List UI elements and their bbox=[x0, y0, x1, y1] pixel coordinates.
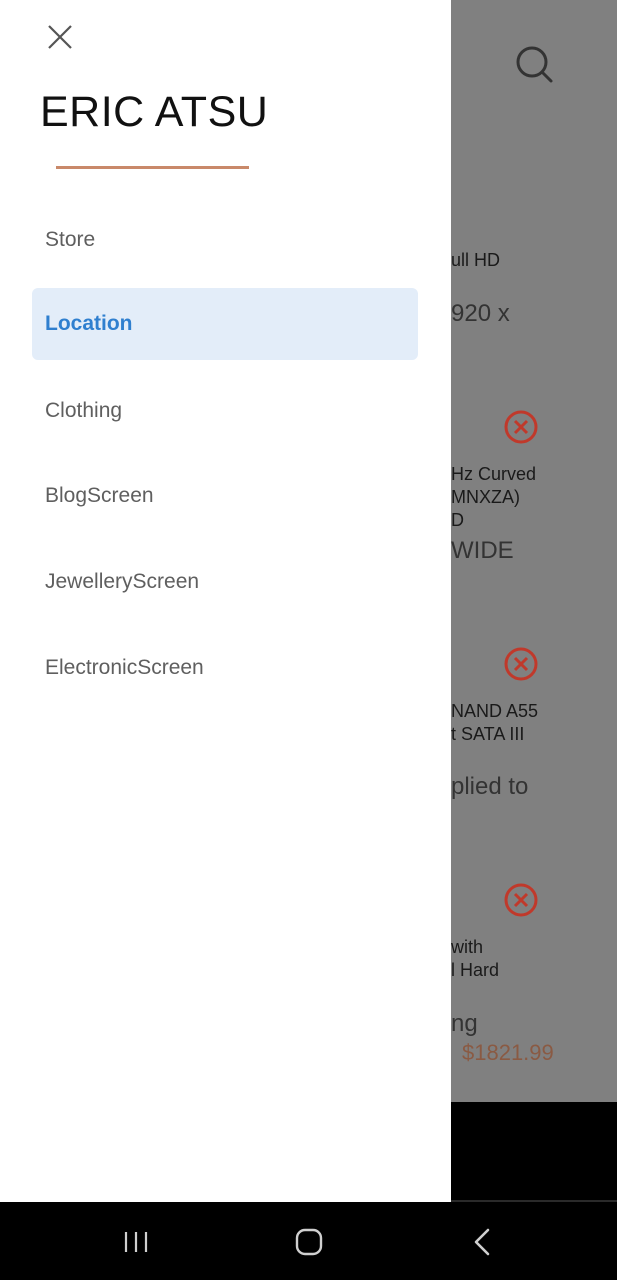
system-navigation-bar bbox=[0, 1202, 617, 1280]
product-title-fragment: with l Hard bbox=[451, 937, 500, 980]
remove-item-icon bbox=[504, 883, 538, 917]
name-underline bbox=[56, 166, 249, 169]
product-title-fragment: ull HD bbox=[451, 250, 501, 270]
cart-total-price: $1821.99 bbox=[462, 1040, 554, 1065]
navigation-drawer: ERIC ATSU Store Location Clothing BlogSc… bbox=[0, 0, 451, 1202]
menu-item-label: JewelleryScreen bbox=[45, 570, 200, 593]
product-spec-fragment: ng bbox=[451, 1010, 478, 1037]
menu-item-label: BlogScreen bbox=[45, 484, 154, 507]
product-spec-fragment: plied to bbox=[451, 773, 529, 800]
remove-item-icon bbox=[504, 647, 538, 681]
back-icon[interactable] bbox=[460, 1220, 504, 1264]
menu-item-electronicscreen[interactable]: ElectronicScreen bbox=[32, 632, 418, 704]
menu-item-blogscreen[interactable]: BlogScreen bbox=[32, 460, 418, 532]
menu-item-location[interactable]: Location bbox=[32, 288, 418, 360]
menu-item-label: Store bbox=[45, 228, 96, 251]
user-name: ERIC ATSU bbox=[40, 88, 269, 136]
recents-icon[interactable] bbox=[114, 1220, 158, 1264]
menu-item-label: Clothing bbox=[45, 399, 123, 422]
menu-item-label: Location bbox=[45, 312, 133, 335]
menu-item-jewelleryscreen[interactable]: JewelleryScreen bbox=[32, 546, 418, 618]
menu-item-clothing[interactable]: Clothing bbox=[32, 375, 418, 447]
close-icon[interactable] bbox=[40, 17, 80, 57]
menu-item-label: ElectronicScreen bbox=[45, 656, 204, 679]
product-spec-fragment: WIDE bbox=[451, 537, 514, 564]
product-spec-fragment: 920 x bbox=[451, 300, 510, 327]
remove-item-icon bbox=[504, 410, 538, 444]
product-title-fragment: Hz Curved MNXZA) D bbox=[451, 464, 537, 530]
product-title-fragment: NAND A55 t SATA III bbox=[451, 701, 539, 744]
home-icon[interactable] bbox=[287, 1220, 331, 1264]
menu-item-store[interactable]: Store bbox=[32, 204, 418, 276]
search-icon bbox=[516, 46, 553, 83]
